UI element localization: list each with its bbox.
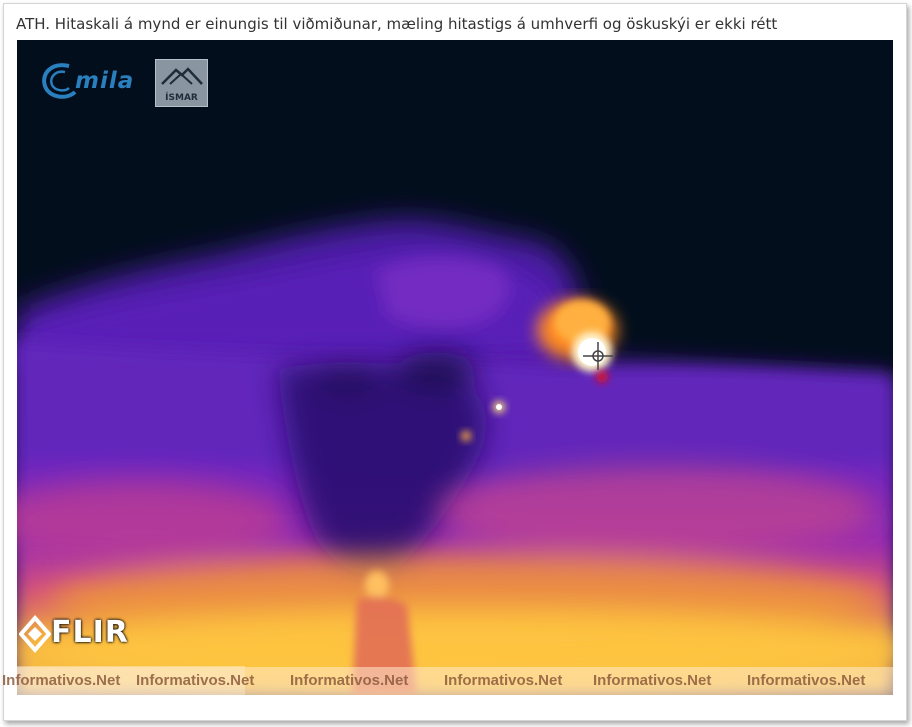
mila-swirl-icon xyxy=(42,63,77,99)
mila-logo: mila xyxy=(39,58,149,104)
flir-diamond-icon xyxy=(19,614,51,654)
ismar-logo: ÍSMAR xyxy=(155,59,208,107)
watermark-text: Informativos.Net xyxy=(2,672,121,689)
hot-spot xyxy=(461,431,471,441)
mila-logo-text: mila xyxy=(75,68,135,94)
ismar-logo-text: ÍSMAR xyxy=(165,93,198,103)
ismar-mountain-icon xyxy=(161,67,203,85)
flir-logo-text: FLIR xyxy=(51,615,129,650)
thermal-scene xyxy=(17,40,893,695)
watermark-text: Informativos.Net xyxy=(136,672,255,689)
thermal-image: mila ÍSMAR FLIR xyxy=(17,40,893,695)
watermark-text: Informativos.Net xyxy=(593,672,712,689)
image-caption: ATH. Hitaskali á mynd er einungis til vi… xyxy=(16,15,778,33)
flir-logo: FLIR xyxy=(19,612,128,656)
watermark-text: Informativos.Net xyxy=(290,672,409,689)
watermark-text: Informativos.Net xyxy=(747,672,866,689)
watermark-text: Informativos.Net xyxy=(444,672,563,689)
